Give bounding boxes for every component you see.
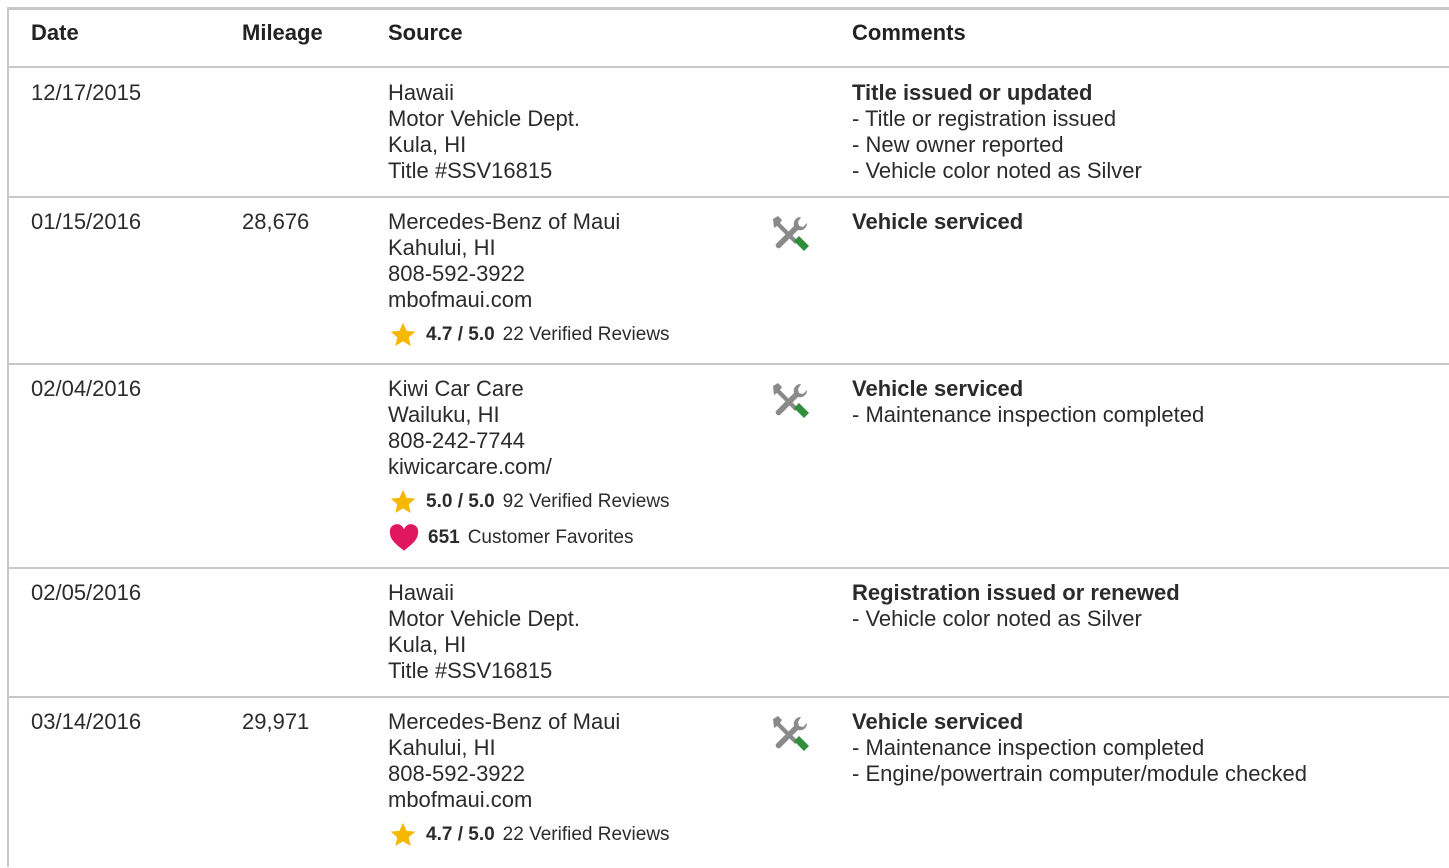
comment-item: Maintenance inspection completed — [852, 402, 1204, 428]
source-line: Hawaii — [388, 80, 455, 105]
row-date: 02/04/2016 — [31, 376, 142, 401]
source-line: Hawaii — [388, 580, 455, 605]
rating-reviews: 92 Verified Reviews — [502, 491, 670, 512]
row-date: 12/17/2015 — [31, 80, 142, 105]
dealer-rating[interactable]: 4.7 / 5.0 22 Verified Reviews — [388, 321, 670, 349]
source-line: Wailuku, HI — [388, 402, 500, 427]
source-line: 808-592-3922 — [388, 261, 526, 286]
comment-item: Title or registration issued — [852, 106, 1142, 132]
source-line: Title #SSV16815 — [388, 158, 553, 183]
source-line: Motor Vehicle Dept. — [388, 106, 580, 131]
source-line: Motor Vehicle Dept. — [388, 606, 580, 631]
source-website-link[interactable]: mbofmaui.com — [388, 287, 670, 313]
source-website-link[interactable]: kiwicarcare.com/ — [388, 454, 670, 480]
heart-icon — [389, 524, 419, 551]
source-line: Kiwi Car Care — [388, 376, 524, 401]
table-row: 03/14/2016 29,971 Mercedes-Benz of Maui … — [9, 698, 1449, 868]
comment-title: Registration issued or renewed — [852, 580, 1180, 605]
source-line: Mercedes-Benz of Maui — [388, 209, 621, 234]
header-date: Date — [31, 20, 79, 45]
row-comments: Registration issued or renewed Vehicle c… — [852, 580, 1180, 632]
row-mileage: 28,676 — [242, 209, 310, 234]
rating-reviews: 22 Verified Reviews — [502, 824, 670, 845]
source-line: 808-242-7744 — [388, 428, 526, 453]
star-icon — [390, 822, 416, 846]
favorites-count: 651 — [428, 527, 460, 548]
table-row: 02/05/2016 Hawaii Motor Vehicle Dept. Ku… — [9, 569, 1449, 698]
header-source: Source — [388, 20, 463, 45]
table-row: 01/15/2016 28,676 Mercedes-Benz of Maui … — [9, 198, 1449, 365]
row-source: Mercedes-Benz of Maui Kahului, HI 808-59… — [388, 209, 670, 349]
row-comments: Vehicle serviced Maintenance inspection … — [852, 376, 1204, 428]
comment-title: Title issued or updated — [852, 80, 1093, 105]
rating-score: 5.0 / 5.0 — [426, 491, 495, 512]
row-comments: Vehicle serviced — [852, 209, 1023, 235]
source-line: Kahului, HI — [388, 735, 496, 760]
table-header: Date Mileage Source Comments — [9, 10, 1449, 68]
comment-item: Vehicle color noted as Silver — [852, 606, 1180, 632]
table-row: 12/17/2015 Hawaii Motor Vehicle Dept. Ku… — [9, 68, 1449, 198]
rating-score: 4.7 / 5.0 — [426, 324, 495, 345]
customer-favorites[interactable]: 651 Customer Favorites — [388, 524, 670, 552]
rating-score: 4.7 / 5.0 — [426, 824, 495, 845]
dealer-rating[interactable]: 5.0 / 5.0 92 Verified Reviews — [388, 488, 670, 516]
service-tools-icon — [773, 383, 809, 418]
row-comments: Vehicle serviced Maintenance inspection … — [852, 709, 1307, 787]
row-date: 03/14/2016 — [31, 709, 142, 734]
star-icon — [390, 489, 416, 513]
row-date: 01/15/2016 — [31, 209, 142, 234]
source-line: Kahului, HI — [388, 235, 496, 260]
source-line: Kula, HI — [388, 632, 467, 657]
source-line: Kula, HI — [388, 132, 467, 157]
source-website-link[interactable]: mbofmaui.com — [388, 787, 670, 813]
row-date: 02/05/2016 — [31, 580, 142, 605]
comment-item: Vehicle color noted as Silver — [852, 158, 1141, 184]
header-comments: Comments — [852, 20, 966, 45]
rating-reviews: 22 Verified Reviews — [502, 324, 670, 345]
row-source: Kiwi Car Care Wailuku, HI 808-242-7744 k… — [388, 376, 670, 552]
star-icon — [390, 322, 416, 346]
comment-title: Vehicle serviced — [852, 209, 1024, 234]
comment-item: Engine/powertrain computer/module checke… — [852, 761, 1306, 787]
service-tools-icon — [773, 716, 809, 751]
row-source: Hawaii Motor Vehicle Dept. Kula, HI Titl… — [388, 80, 580, 184]
comment-item: Maintenance inspection completed — [852, 735, 1307, 761]
comment-title: Vehicle serviced — [852, 376, 1024, 401]
source-line: Title #SSV16815 — [388, 658, 553, 683]
service-tools-icon — [773, 216, 809, 251]
comment-item: New owner reported — [852, 132, 1142, 158]
row-mileage: 29,971 — [242, 709, 310, 734]
row-source: Mercedes-Benz of Maui Kahului, HI 808-59… — [388, 709, 670, 849]
source-line: 808-592-3922 — [388, 761, 526, 786]
source-line: Mercedes-Benz of Maui — [388, 709, 621, 734]
comment-title: Vehicle serviced — [852, 709, 1024, 734]
row-source: Hawaii Motor Vehicle Dept. Kula, HI Titl… — [388, 580, 580, 684]
row-comments: Title issued or updated Title or registr… — [852, 80, 1142, 184]
table-row: 02/04/2016 Kiwi Car Care Wailuku, HI 808… — [9, 365, 1449, 569]
favorites-label: Customer Favorites — [467, 527, 634, 548]
header-mileage: Mileage — [242, 20, 323, 45]
dealer-rating[interactable]: 4.7 / 5.0 22 Verified Reviews — [388, 821, 670, 849]
